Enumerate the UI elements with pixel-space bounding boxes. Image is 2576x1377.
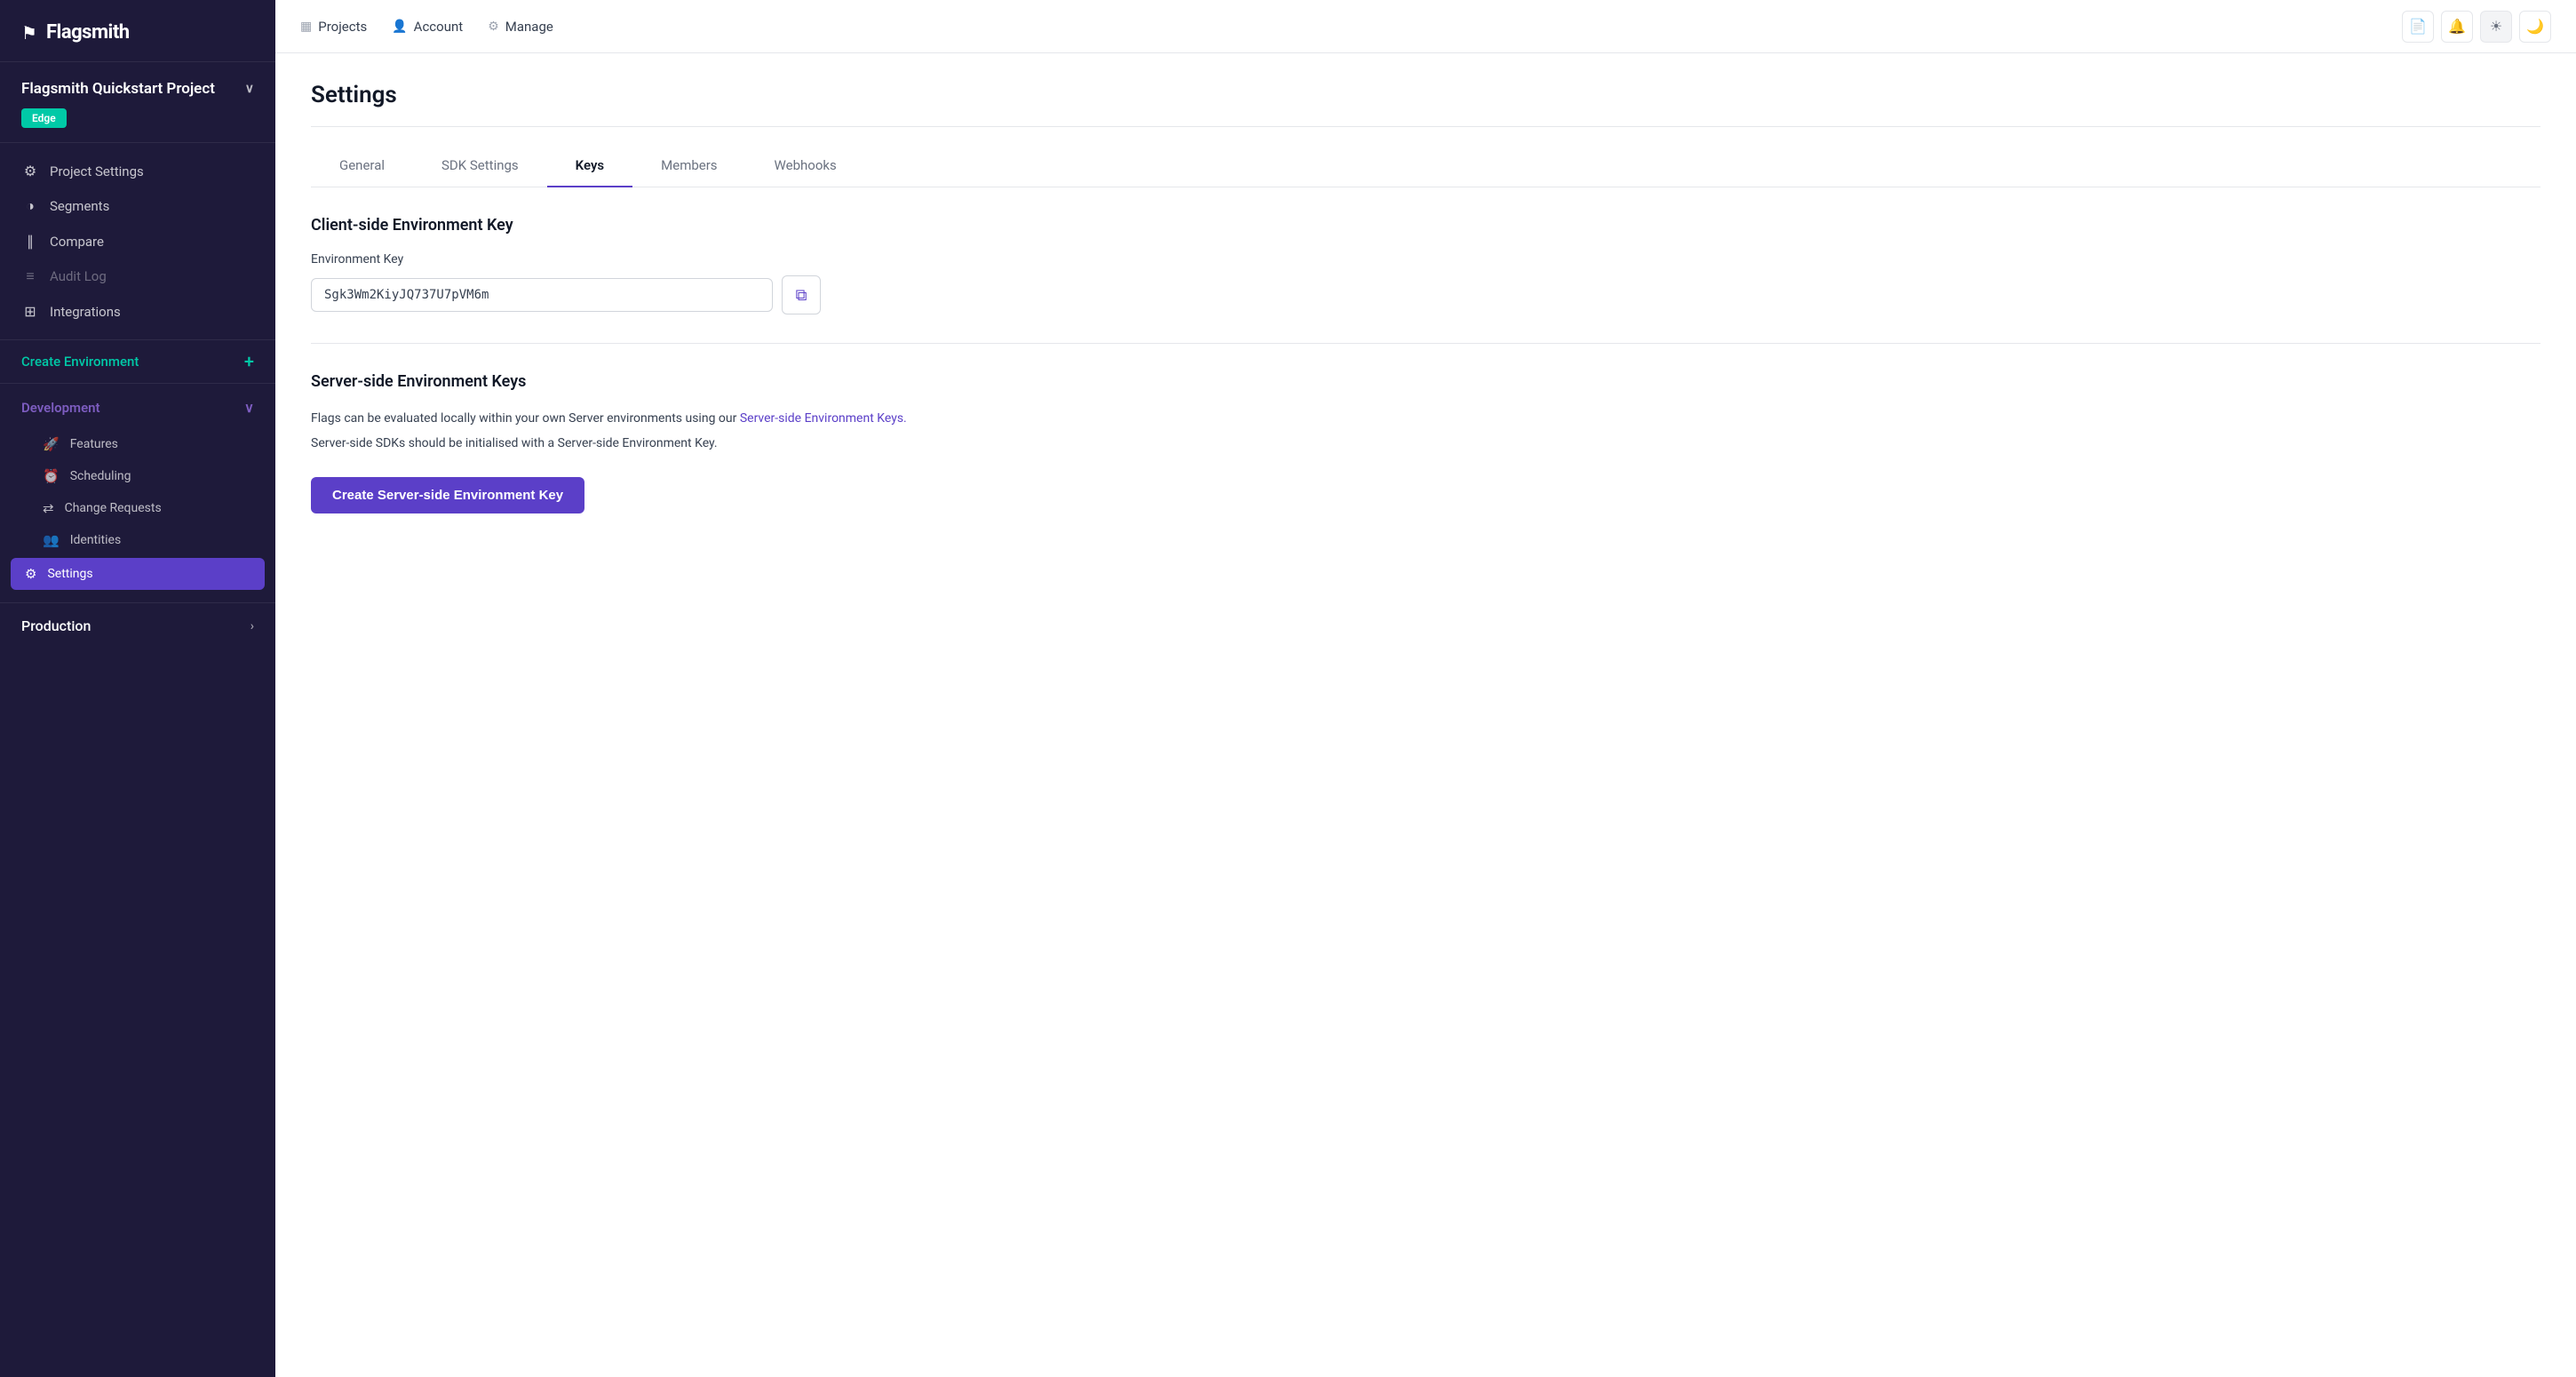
scheduling-icon: ⏰ xyxy=(43,468,60,484)
project-settings-icon: ⚙ xyxy=(21,163,39,179)
manage-nav-icon: ⚙ xyxy=(488,20,499,34)
compare-icon: ∥ xyxy=(21,233,39,250)
production-env-item[interactable]: Production › xyxy=(0,602,275,649)
sidebar-item-audit-log[interactable]: ≡ Audit Log xyxy=(0,259,275,294)
page-content: Settings General SDK Settings Keys Membe… xyxy=(275,53,2576,1377)
nav-section: ⚙ Project Settings ◑ Segments ∥ Compare … xyxy=(0,143,275,340)
nav-projects[interactable]: ▦ Projects xyxy=(300,19,367,35)
create-server-key-button[interactable]: Create Server-side Environment Key xyxy=(311,477,584,513)
nav-manage[interactable]: ⚙ Manage xyxy=(488,19,553,35)
main-content: ▦ Projects 👤 Account ⚙ Manage 📄 🔔 ☀ 🌙 Se… xyxy=(275,0,2576,1377)
project-section: Flagsmith Quickstart Project ∨ Edge xyxy=(0,62,275,143)
nav-account[interactable]: 👤 Account xyxy=(392,19,463,35)
top-nav-right: 📄 🔔 ☀ 🌙 xyxy=(2402,11,2551,43)
project-chevron-icon: ∨ xyxy=(245,82,254,96)
server-desc-line2: Server-side SDKs should be initialised w… xyxy=(311,434,2540,453)
server-desc-line1: Flags can be evaluated locally within yo… xyxy=(311,409,2540,428)
production-chevron-icon: › xyxy=(250,619,254,633)
client-side-title: Client-side Environment Key xyxy=(311,216,2540,235)
env-key-input[interactable] xyxy=(311,278,773,312)
env-key-label: Environment Key xyxy=(311,252,2540,267)
create-environment-link[interactable]: Create Environment + xyxy=(21,351,254,372)
development-env-section: Development ∨ 🚀 Features ⏰ Scheduling ⇄ … xyxy=(0,384,275,602)
server-side-title: Server-side Environment Keys xyxy=(311,372,2540,391)
copy-env-key-button[interactable]: ⧉ xyxy=(782,275,821,314)
features-icon: 🚀 xyxy=(43,436,60,452)
light-mode-button[interactable]: ☀ xyxy=(2480,11,2512,43)
sidebar: ⚑ Flagsmith Flagsmith Quickstart Project… xyxy=(0,0,275,1377)
tab-general[interactable]: General xyxy=(311,145,413,187)
sidebar-item-compare[interactable]: ∥ Compare xyxy=(0,224,275,259)
settings-icon: ⚙ xyxy=(25,566,36,582)
top-nav: ▦ Projects 👤 Account ⚙ Manage 📄 🔔 ☀ 🌙 xyxy=(275,0,2576,53)
page-title: Settings xyxy=(311,82,2540,108)
tab-members[interactable]: Members xyxy=(632,145,745,187)
projects-nav-icon: ▦ xyxy=(300,20,312,34)
env-key-row: ⧉ xyxy=(311,275,2540,314)
edge-badge: Edge xyxy=(21,108,67,128)
copy-icon: ⧉ xyxy=(796,286,807,305)
create-env-section: Create Environment + xyxy=(0,340,275,384)
logo-text: Flagsmith xyxy=(46,21,130,44)
development-sub-items: 🚀 Features ⏰ Scheduling ⇄ Change Request… xyxy=(0,425,275,595)
change-requests-icon: ⇄ xyxy=(43,500,54,516)
sidebar-item-scheduling[interactable]: ⏰ Scheduling xyxy=(0,460,275,492)
page-divider xyxy=(311,126,2540,127)
project-name[interactable]: Flagsmith Quickstart Project ∨ xyxy=(21,80,254,98)
notifications-button[interactable]: 🔔 xyxy=(2441,11,2473,43)
section-divider xyxy=(311,343,2540,344)
tab-keys[interactable]: Keys xyxy=(547,145,632,187)
dark-mode-button[interactable]: 🌙 xyxy=(2519,11,2551,43)
sidebar-item-change-requests[interactable]: ⇄ Change Requests xyxy=(0,492,275,524)
identities-icon: 👥 xyxy=(43,532,60,548)
tab-sdk-settings[interactable]: SDK Settings xyxy=(413,145,547,187)
sidebar-item-integrations[interactable]: ⊞ Integrations xyxy=(0,294,275,329)
settings-tabs: General SDK Settings Keys Members Webhoo… xyxy=(311,145,2540,187)
server-side-keys-link[interactable]: Server-side Environment Keys. xyxy=(740,411,907,426)
top-nav-left: ▦ Projects 👤 Account ⚙ Manage xyxy=(300,19,553,35)
integrations-icon: ⊞ xyxy=(21,303,39,320)
sidebar-logo: ⚑ Flagsmith xyxy=(0,0,275,62)
development-env-header[interactable]: Development ∨ xyxy=(0,391,275,425)
create-env-plus-icon: + xyxy=(244,351,254,372)
logo-icon: ⚑ xyxy=(21,22,37,44)
segments-icon: ◑ xyxy=(21,197,39,215)
sidebar-item-project-settings[interactable]: ⚙ Project Settings xyxy=(0,154,275,188)
sidebar-item-identities[interactable]: 👥 Identities xyxy=(0,524,275,556)
audit-log-icon: ≡ xyxy=(21,267,39,285)
sidebar-item-features[interactable]: 🚀 Features xyxy=(0,428,275,460)
docs-button[interactable]: 📄 xyxy=(2402,11,2434,43)
tab-webhooks[interactable]: Webhooks xyxy=(746,145,865,187)
sidebar-item-segments[interactable]: ◑ Segments xyxy=(0,188,275,224)
development-chevron-icon: ∨ xyxy=(244,400,254,416)
account-nav-icon: 👤 xyxy=(392,20,407,34)
sidebar-item-settings[interactable]: ⚙ Settings xyxy=(11,558,265,590)
